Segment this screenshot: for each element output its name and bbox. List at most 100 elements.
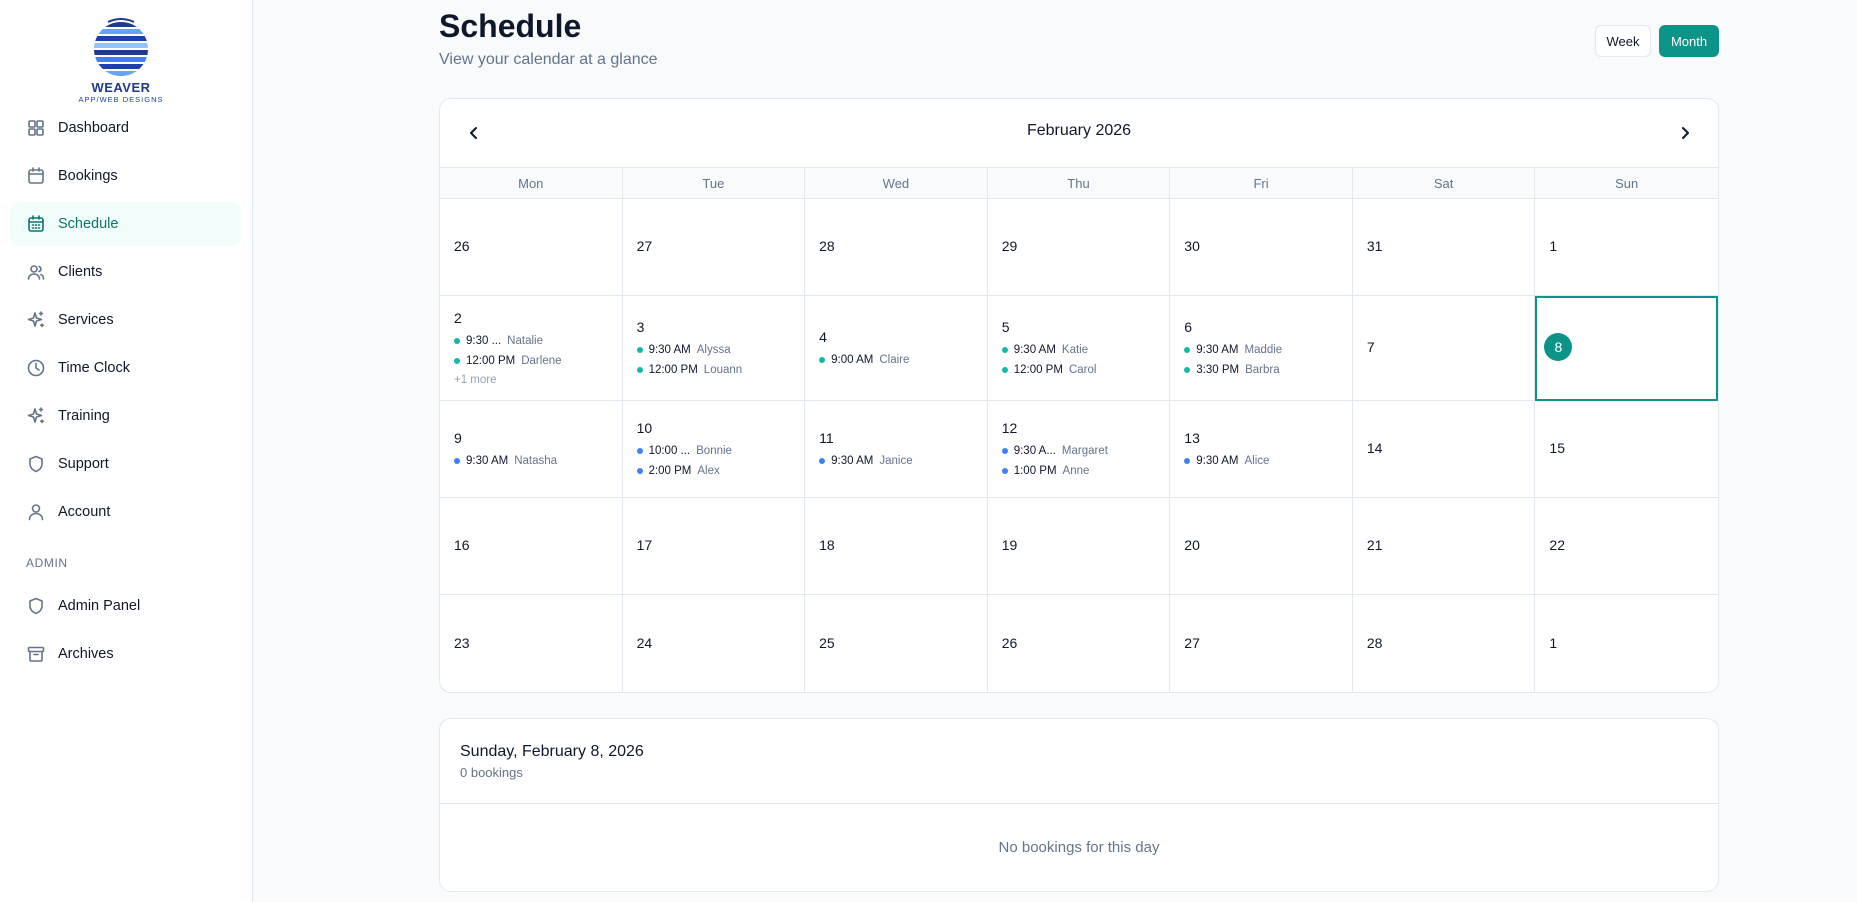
event-time: 9:30 AM (1196, 455, 1239, 467)
event-time: 10:00 ... (648, 445, 691, 457)
calendar-day-cell[interactable]: 17 (622, 498, 806, 595)
more-events-link[interactable]: +1 more (454, 371, 622, 389)
day-detail-card: Sunday, February 8, 2026 0 bookings No b… (439, 718, 1719, 892)
calendar-day-cell[interactable]: 6 9:30 AM Maddie 3:30 PM Barbra (1170, 296, 1353, 401)
calendar-event[interactable]: 3:30 PM Barbra (1184, 360, 1352, 380)
sidebar-item-bookings[interactable]: Bookings (10, 154, 241, 198)
sidebar-item-archives[interactable]: Archives (10, 632, 241, 676)
calendar-day-cell[interactable]: 15 (1535, 401, 1718, 498)
calendar-event[interactable]: 9:30 AM Maddie (1184, 340, 1352, 360)
calendar-event[interactable]: 9:30 AM Alyssa (636, 340, 805, 360)
archive-icon (26, 644, 46, 664)
calendar-day-cell[interactable]: 28 (1353, 595, 1536, 692)
calendar-day-cell[interactable]: 8 (1535, 296, 1718, 401)
calendar-day-cell[interactable]: 14 (1352, 401, 1536, 498)
weekday-label-thu: Thu (988, 168, 1171, 198)
calendar-day-cell[interactable]: 16 (440, 498, 623, 595)
day-number: 12 (1001, 420, 1018, 436)
calendar-day-cell[interactable]: 1 (1535, 199, 1718, 296)
sidebar-item-label: Admin Panel (58, 598, 141, 614)
calendar-event[interactable]: 9:30 A... Margaret (1001, 441, 1170, 461)
event-time: 9:30 ... (466, 335, 502, 347)
day-number: 25 (819, 634, 835, 651)
calendar-event[interactable]: 2:00 PM Alex (636, 461, 805, 481)
calendar-day-cell[interactable]: 25 (805, 595, 988, 692)
sidebar-item-label: Archives (58, 646, 114, 662)
calendar-day-cell[interactable]: 7 (1352, 296, 1536, 401)
sidebar-item-label: Services (58, 312, 114, 328)
calendar-day-cell[interactable]: 26 (988, 595, 1171, 692)
day-number: 13 (1184, 430, 1200, 446)
sidebar-item-account[interactable]: Account (10, 490, 241, 534)
calendar-day-cell[interactable]: 27 (1170, 595, 1353, 692)
sidebar-item-label: Support (58, 456, 109, 472)
calendar-day-cell[interactable]: 20 (1170, 498, 1353, 595)
calendar-day-cell[interactable]: 2 9:30 ... Natalie 12:00 PM Darlene +1 more (440, 296, 623, 401)
event-client-name: Alice (1244, 455, 1270, 467)
event-client-name: Margaret (1061, 445, 1108, 457)
day-number: 26 (1001, 634, 1018, 651)
sidebar-item-time-clock[interactable]: Time Clock (10, 346, 241, 390)
calendar-day-cell[interactable]: 23 (440, 595, 623, 692)
calendar-event[interactable]: 12:00 PM Carol (1001, 360, 1170, 380)
calendar-day-cell[interactable]: 21 (1352, 498, 1536, 595)
shield-icon (26, 596, 46, 616)
event-client-name: Carol (1068, 364, 1097, 376)
sidebar-item-services[interactable]: Services (10, 298, 241, 342)
day-booking-count: 0 bookings (460, 765, 523, 780)
calendar-day-cell[interactable]: 5 9:30 AM Katie 12:00 PM Carol (987, 296, 1171, 401)
globe-logo-icon (94, 18, 148, 76)
day-number: 9 (454, 430, 462, 446)
sidebar-item-clients[interactable]: Clients (10, 250, 241, 294)
sidebar-item-admin-panel[interactable]: Admin Panel (10, 584, 241, 628)
calendar-day-cell[interactable]: 26 (440, 199, 623, 296)
calendar-day-cell[interactable]: 30 (1170, 199, 1353, 296)
calendar-day-cell[interactable]: 13 9:30 AM Alice (1170, 401, 1353, 498)
sparkles-icon (26, 406, 46, 426)
calendar-event[interactable]: 12:00 PM Louann (636, 360, 805, 380)
sidebar-item-training[interactable]: Training (10, 394, 241, 438)
calendar-day-cell[interactable]: 18 (805, 498, 988, 595)
calendar-day-cell[interactable]: 10 10:00 ... Bonnie 2:00 PM Alex (622, 401, 806, 498)
calendar-day-cell[interactable]: 24 (623, 595, 806, 692)
calendar-day-cell[interactable]: 9 9:30 AM Natasha (440, 401, 623, 498)
event-status-dot (819, 458, 826, 464)
calendar-event[interactable]: 12:00 PM Darlene (454, 351, 622, 371)
sidebar-item-support[interactable]: Support (10, 442, 241, 486)
calendar-day-cell[interactable]: 19 (987, 498, 1171, 595)
sidebar-item-schedule[interactable]: Schedule (10, 202, 241, 246)
calendar-day-cell[interactable]: 12 9:30 A... Margaret 1:00 PM Anne (987, 401, 1171, 498)
event-client-name: Alyssa (696, 344, 731, 356)
sidebar-item-dashboard[interactable]: Dashboard (10, 106, 241, 150)
brand-logo[interactable]: WEAVER APP/WEB DESIGNS (70, 18, 172, 104)
calendar-event[interactable]: 1:00 PM Anne (1001, 461, 1170, 481)
divider (440, 803, 1718, 804)
calendar-day-cell[interactable]: 3 9:30 AM Alyssa 12:00 PM Louann (622, 296, 806, 401)
month-view-button[interactable]: Month (1659, 25, 1719, 57)
calendar-event[interactable]: 9:30 AM Alice (1184, 451, 1352, 471)
calendar-event[interactable]: 9:30 AM Natasha (454, 451, 622, 471)
event-time: 12:00 PM (466, 355, 516, 367)
calendar-event[interactable]: 10:00 ... Bonnie (636, 441, 805, 461)
calendar-event[interactable]: 9:30 AM Katie (1001, 340, 1170, 360)
event-status-dot (454, 358, 460, 364)
calendar-day-cell[interactable]: 22 (1535, 498, 1718, 595)
calendar-event[interactable]: 9:30 ... Natalie (454, 331, 622, 351)
event-status-dot (636, 347, 643, 353)
calendar-day-cell[interactable]: 28 (805, 199, 988, 296)
calendar-day-cell[interactable]: 31 (1352, 199, 1536, 296)
event-client-name: Anne (1062, 465, 1090, 477)
event-status-dot (819, 357, 826, 363)
calendar-event[interactable]: 9:00 AM Claire (819, 350, 987, 370)
event-status-dot (636, 468, 643, 474)
next-month-button[interactable] (1671, 119, 1699, 147)
calendar-event[interactable]: 9:30 AM Janice (819, 451, 987, 471)
calendar-day-cell[interactable]: 27 (622, 199, 806, 296)
week-view-button[interactable]: Week (1595, 25, 1651, 57)
sidebar-item-label: Account (58, 504, 111, 520)
calendar-day-cell[interactable]: 11 9:30 AM Janice (805, 401, 988, 498)
calendar-day-cell[interactable]: 1 (1535, 595, 1718, 692)
calendar-day-cell[interactable]: 29 (987, 199, 1171, 296)
calendar-day-cell[interactable]: 4 9:00 AM Claire (805, 296, 988, 401)
event-status-dot (636, 448, 643, 454)
